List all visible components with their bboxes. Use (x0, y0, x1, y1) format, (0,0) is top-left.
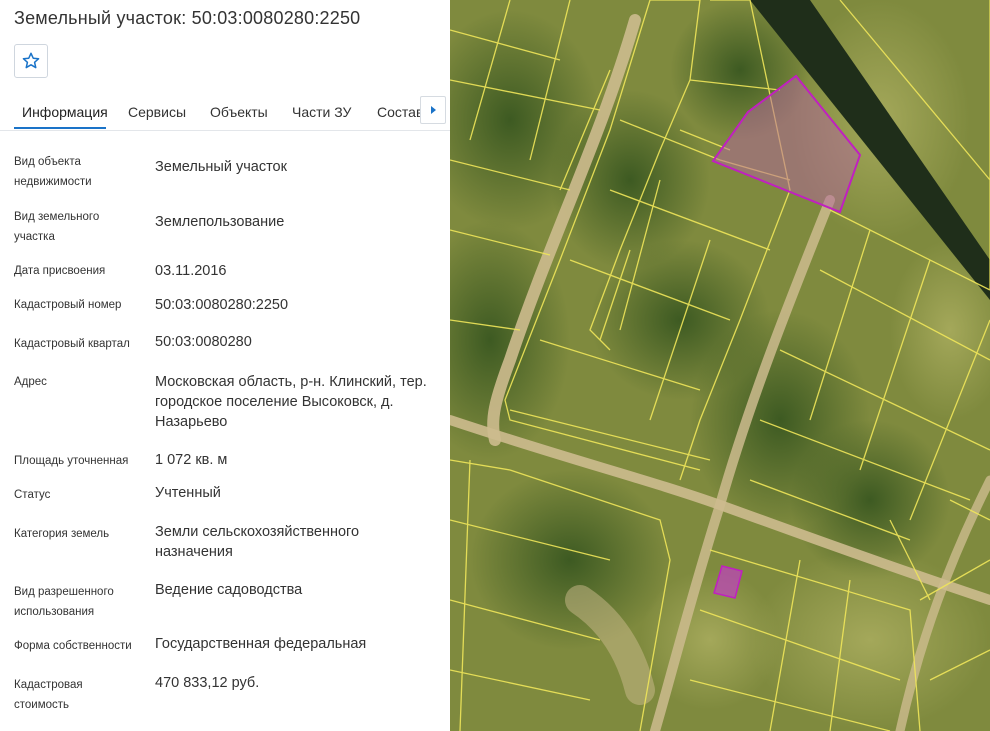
page-title: Земельный участок: 50:03:0080280:2250 (14, 8, 361, 28)
satellite-map[interactable] (450, 0, 990, 731)
field-label: Дата присвоения (14, 265, 106, 277)
tabs-scroll-right-button[interactable] (420, 96, 446, 124)
field-value: Земли сельскохозяйственного назначения (155, 524, 360, 560)
field-label: Форма собственности (14, 640, 132, 652)
field-label: Кадастровая стоимость (14, 679, 83, 711)
field-label: Вид земельного участка (14, 211, 100, 243)
field-label: Категория земель (14, 528, 110, 540)
field-value: 50:03:0080280 (155, 334, 252, 350)
field-label: Площадь уточненная (14, 455, 129, 467)
tab-services[interactable]: Сервисы (128, 104, 186, 120)
field-value: Землепользование (155, 214, 285, 230)
field-label: Кадастровый номер (14, 299, 122, 311)
active-tab-indicator (14, 127, 106, 129)
field-value: Ведение садоводства (155, 582, 303, 598)
field-value: Земельный участок (155, 159, 287, 175)
field-label: Адрес (14, 376, 47, 388)
field-value: 1 072 кв. м (155, 452, 228, 468)
field-value: 470 833,12 руб. (155, 675, 260, 691)
caret-right-icon (431, 106, 436, 114)
info-panel: Земельный участок: 50:03:0080280:2250 Ин… (0, 0, 450, 731)
field-label: Кадастровый квартал (14, 338, 130, 350)
address-value: Московская область, р-н. Клинский, тер. … (155, 374, 427, 430)
star-icon (22, 52, 40, 69)
field-label: Вид разрешенного использования (14, 586, 114, 618)
field-value: 50:03:0080280:2250 (155, 297, 289, 313)
favorite-button[interactable] (14, 44, 48, 78)
tab-info[interactable]: Информация (22, 104, 108, 120)
field-label: Статус (14, 489, 51, 501)
tab-objects[interactable]: Объекты (210, 104, 268, 120)
tab-composition[interactable]: Состав (377, 104, 423, 120)
field-label: Вид объекта недвижимости (14, 156, 92, 188)
tab-parts[interactable]: Части ЗУ (292, 104, 351, 120)
field-value: 03.11.2016 (155, 263, 227, 279)
map-view[interactable] (450, 0, 990, 731)
vegetation (450, 0, 990, 730)
field-value: Государственная федеральная (155, 636, 367, 652)
tab-bar: Информация Сервисы Объекты Части ЗУ Сост… (0, 96, 450, 131)
field-value: Учтенный (155, 485, 221, 501)
